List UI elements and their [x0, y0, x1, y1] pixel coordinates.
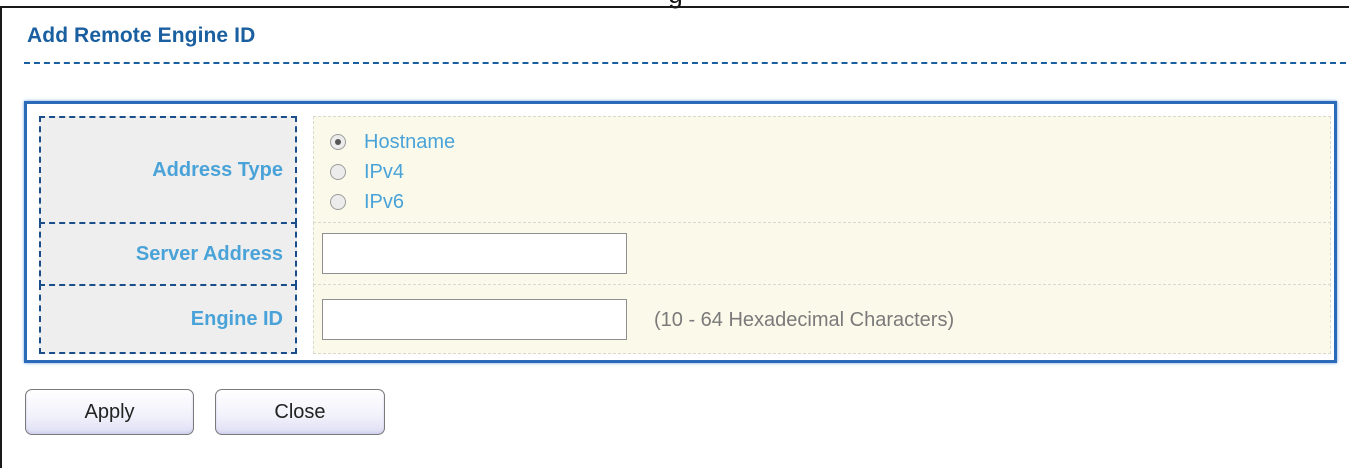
engine-id-row: Engine ID (10 - 64 Hexadecimal Character…: [27, 284, 1334, 358]
radio-option-ipv6[interactable]: IPv6: [330, 187, 455, 217]
radio-option-ipv4[interactable]: IPv4: [330, 157, 455, 187]
radio-hostname-label: Hostname: [364, 130, 456, 153]
page-title: Add Remote Engine ID: [27, 24, 256, 47]
engine-id-label: Engine ID: [39, 284, 297, 354]
server-address-row: Server Address: [27, 222, 1334, 286]
address-type-radio-group: Hostname IPv4 IPv6: [330, 127, 455, 217]
engine-id-hint: (10 - 64 Hexadecimal Characters): [654, 309, 955, 331]
server-address-value: [313, 222, 1331, 286]
radio-ipv4-label: IPv4: [364, 160, 405, 183]
radio-option-hostname[interactable]: Hostname: [330, 127, 455, 157]
server-address-input[interactable]: [322, 233, 627, 274]
address-type-row: Address Type Hostname IPv4 IPv6: [27, 104, 1334, 234]
radio-hostname-button[interactable]: [330, 134, 346, 150]
radio-ipv6-label: IPv6: [364, 190, 405, 213]
form-panel: Address Type Hostname IPv4 IPv6 Server A…: [24, 101, 1337, 363]
engine-id-value: (10 - 64 Hexadecimal Characters): [313, 284, 1331, 354]
address-type-label: Address Type: [39, 116, 297, 224]
radio-ipv4-button[interactable]: [330, 164, 346, 180]
close-button[interactable]: Close: [215, 389, 385, 435]
radio-ipv6-button[interactable]: [330, 194, 346, 210]
server-address-label: Server Address: [39, 222, 297, 286]
address-type-value: Hostname IPv4 IPv6: [313, 116, 1331, 224]
apply-button[interactable]: Apply: [25, 389, 194, 435]
engine-id-input[interactable]: [322, 299, 627, 340]
title-divider: [24, 62, 1346, 64]
